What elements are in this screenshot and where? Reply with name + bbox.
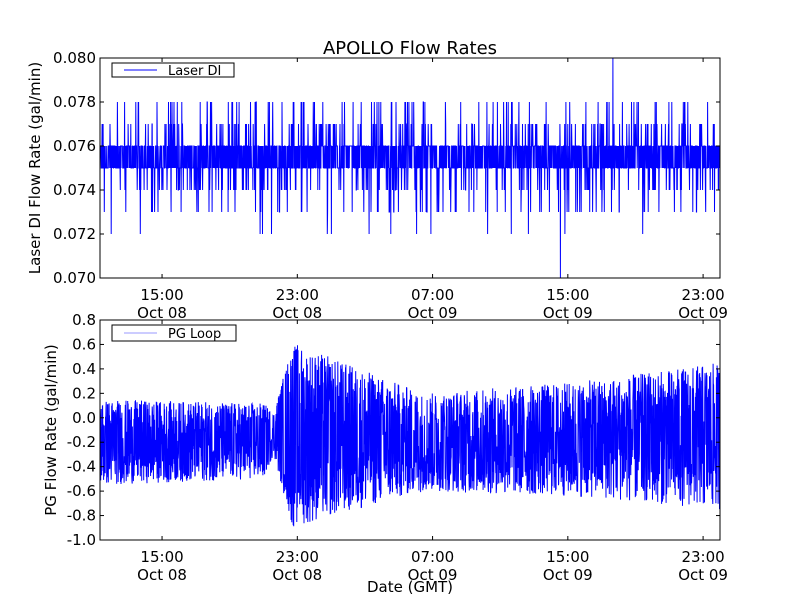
y-tick-label: -0.6: [67, 482, 96, 500]
x-tick-label-time: 23:00: [681, 286, 724, 304]
y-tick-label: 0.0: [72, 409, 96, 427]
x-tick-label-time: 15:00: [546, 286, 589, 304]
x-tick-label-time: 23:00: [681, 548, 724, 566]
flow-rates-figure: APOLLO Flow Rates 0.070 0.072 0.074 0.076 0.…: [26, 38, 728, 596]
x-tick-label-date: Oct 08: [137, 304, 187, 322]
legend: PG Loop: [111, 324, 237, 342]
y-tick-label: -0.2: [67, 433, 96, 451]
y-tick-label: -0.8: [67, 507, 96, 525]
x-tick-label-date: Oct 08: [272, 566, 322, 584]
y-tick-label: 0.2: [72, 384, 96, 402]
series-line-laser-di: [100, 58, 720, 278]
x-tick-label-time: 15:00: [546, 548, 589, 566]
x-tick-label-date: Oct 08: [137, 566, 187, 584]
x-tick-label-date: Oct 09: [408, 304, 458, 322]
x-tick-label-date: Oct 09: [678, 304, 728, 322]
legend: Laser DI: [111, 62, 235, 79]
y-tick-label: 0.072: [53, 225, 96, 243]
x-tick-label-date: Oct 09: [543, 566, 593, 584]
x-axis-label: Date (GMT): [367, 578, 453, 596]
y-tick-label: 0.076: [53, 137, 96, 155]
x-tick-label-time: 15:00: [140, 548, 183, 566]
y-tick-label: 0.8: [72, 311, 96, 329]
pg-loop-axes: -1.0 -0.8 -0.6 -0.4 -0.2 0.0 0.2 0.4 0.6 0.8 15:00…: [42, 311, 728, 596]
y-tick-label: 0.4: [72, 360, 96, 378]
legend-label: Laser DI: [168, 64, 221, 79]
y-tick-label: -0.4: [67, 458, 96, 476]
x-tick-label-time: 23:00: [276, 548, 319, 566]
x-tick-label-date: Oct 09: [543, 304, 593, 322]
y-axis-label: Laser DI Flow Rate (gal/min): [26, 62, 44, 274]
x-tick-label-time: 15:00: [140, 286, 183, 304]
series-line-pg-loop: [100, 345, 720, 527]
x-tick-label-time: 07:00: [411, 548, 454, 566]
laser-di-axes: 0.0700.0720.0740.0760.0780.08015:00Oct 0…: [26, 49, 728, 322]
y-tick-label: 0.078: [53, 93, 96, 111]
y-tick-label: 0.6: [72, 335, 96, 353]
y-tick-label: 0.070: [53, 269, 96, 287]
y-tick-label: 0.074: [53, 181, 96, 199]
x-tick-label-time: 07:00: [411, 286, 454, 304]
chart-title: APOLLO Flow Rates: [323, 38, 497, 59]
y-tick-label: -1.0: [67, 531, 96, 549]
legend-label: PG Loop: [168, 327, 221, 342]
x-tick-label-date: Oct 08: [272, 304, 322, 322]
x-tick-label-date: Oct 09: [678, 566, 728, 584]
x-tick-label-time: 23:00: [276, 286, 319, 304]
y-tick-label: 0.080: [53, 49, 96, 67]
y-axis-label: PG Flow Rate (gal/min): [42, 344, 60, 516]
